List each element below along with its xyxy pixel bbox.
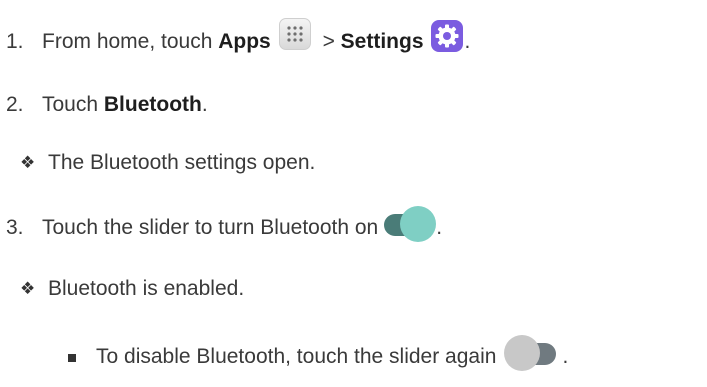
- step-number: 3.: [6, 216, 24, 239]
- separator: >: [316, 30, 341, 53]
- result-bullet-2: ❖ Bluetooth is enabled.: [20, 271, 244, 307]
- toggle-off-icon: [504, 335, 562, 371]
- sub-bullet-text: To disable Bluetooth, touch the slider a…: [96, 345, 497, 368]
- bluetooth-label: Bluetooth: [103, 93, 202, 116]
- step-number: 2.: [6, 93, 24, 116]
- step-2: 2. Touch Bluetooth .: [6, 87, 208, 123]
- result-text: The Bluetooth settings open.: [48, 151, 316, 174]
- step-1: 1. From home, touch Apps > Settings .: [6, 18, 471, 60]
- step-text-end: .: [201, 93, 208, 116]
- result-bullet-1: ❖ The Bluetooth settings open.: [20, 145, 315, 181]
- diamond-bullet-icon: ❖: [20, 279, 36, 298]
- sub-bullet-text-end: .: [562, 345, 569, 368]
- step-text: Touch: [42, 93, 104, 116]
- step-text-end: .: [436, 216, 443, 239]
- settings-gear-icon: [430, 20, 463, 52]
- apps-grid-icon: [278, 18, 311, 50]
- square-bullet-icon: [68, 354, 76, 362]
- toggle-on-icon: [384, 206, 437, 242]
- toggle-knob: [504, 335, 541, 371]
- sub-bullet: To disable Bluetooth, touch the slider a…: [68, 335, 569, 375]
- apps-label: Apps: [218, 30, 271, 53]
- step-text: Touch the slider to turn Bluetooth on: [42, 216, 379, 239]
- step-number: 1.: [6, 30, 24, 53]
- step-text-end: .: [464, 30, 471, 53]
- step-3: 3. Touch the slider to turn Bluetooth on…: [6, 206, 443, 246]
- settings-label: Settings: [340, 30, 424, 53]
- result-text: Bluetooth is enabled.: [48, 277, 245, 300]
- diamond-bullet-icon: ❖: [20, 153, 36, 172]
- step-text: From home, touch: [42, 30, 219, 53]
- toggle-knob: [400, 206, 437, 242]
